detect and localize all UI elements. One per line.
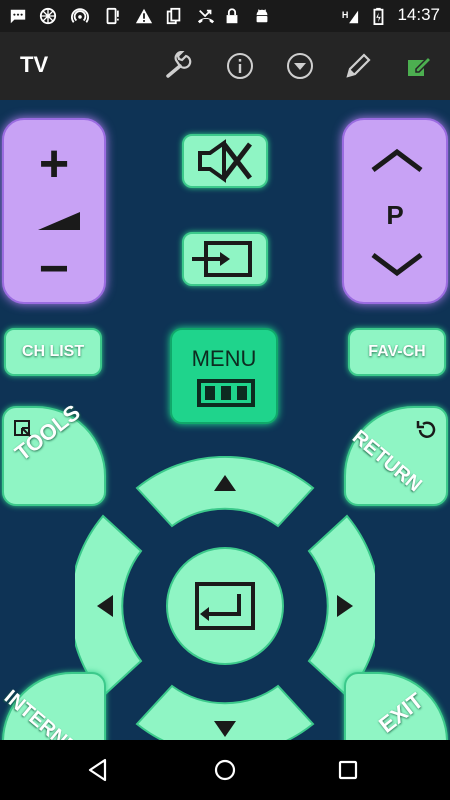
- status-bar: H 14:37: [0, 0, 450, 32]
- menu-label: MENU: [191, 346, 257, 371]
- ok-button[interactable]: [166, 547, 284, 665]
- dropdown-icon[interactable]: [282, 48, 318, 84]
- back-icon[interactable]: [78, 750, 118, 790]
- app-bar: TV: [0, 32, 450, 100]
- home-icon[interactable]: [205, 750, 245, 790]
- menu-grid-icon: [197, 379, 255, 407]
- svg-text:H: H: [342, 10, 349, 20]
- ch-list-button[interactable]: CH LIST: [4, 328, 102, 376]
- internet-button[interactable]: INTERNET: [0, 672, 106, 740]
- mute-button[interactable]: [182, 134, 268, 188]
- source-icon: [192, 241, 252, 277]
- volume-plus-label: +: [38, 135, 70, 193]
- clock: 14:37: [397, 5, 440, 24]
- battery-icon: [368, 6, 388, 26]
- ch-list-label: CH LIST: [21, 343, 85, 360]
- dpad-down-button[interactable]: [135, 684, 315, 740]
- edit-note-icon[interactable]: [400, 48, 436, 84]
- program-down-button[interactable]: [344, 211, 446, 302]
- exit-label: EXIT: [374, 687, 428, 738]
- menu-button[interactable]: MENU: [170, 328, 278, 424]
- volume-down-button[interactable]: −: [4, 211, 104, 302]
- phone-alert-icon: [102, 6, 122, 26]
- volume-rocker: + −: [2, 118, 106, 304]
- warning-icon: [134, 6, 154, 26]
- android-icon: [252, 6, 272, 26]
- recents-icon[interactable]: [328, 750, 368, 790]
- info-icon[interactable]: [222, 48, 258, 84]
- dpad-left-button[interactable]: [75, 514, 143, 698]
- fav-ch-label: FAV-CH: [368, 343, 426, 360]
- page-title: TV: [20, 52, 49, 77]
- system-nav-bar: [0, 740, 450, 800]
- message-icon: [8, 6, 28, 26]
- chevron-down-icon: [371, 253, 423, 277]
- h-network-icon: H: [340, 6, 360, 26]
- exit-button[interactable]: EXIT: [344, 672, 448, 740]
- dpad-up-button[interactable]: [135, 456, 315, 528]
- internet-label: INTERNET: [0, 686, 91, 740]
- sim-icon: [164, 6, 184, 26]
- program-up-button[interactable]: [344, 120, 446, 211]
- volume-minus-label: −: [38, 240, 70, 298]
- dpad: [75, 456, 375, 740]
- volume-up-button[interactable]: +: [4, 120, 104, 211]
- mute-icon: [198, 139, 252, 183]
- remote-panel: + − P CH LIST FAV-CH MENU TOOLS RETURN I…: [0, 100, 450, 740]
- basketball-icon: [38, 6, 58, 26]
- lock-icon: [222, 6, 242, 26]
- dpad-right-button[interactable]: [307, 514, 375, 698]
- missed-call-icon: [196, 6, 216, 26]
- fav-ch-button[interactable]: FAV-CH: [348, 328, 446, 376]
- return-icon: [416, 421, 436, 438]
- chevron-up-icon: [371, 148, 423, 172]
- pencil-icon[interactable]: [340, 48, 376, 84]
- source-button[interactable]: [182, 232, 268, 286]
- hotspot-icon: [70, 6, 90, 26]
- wrench-icon[interactable]: [162, 48, 198, 84]
- program-rocker: P: [342, 118, 448, 304]
